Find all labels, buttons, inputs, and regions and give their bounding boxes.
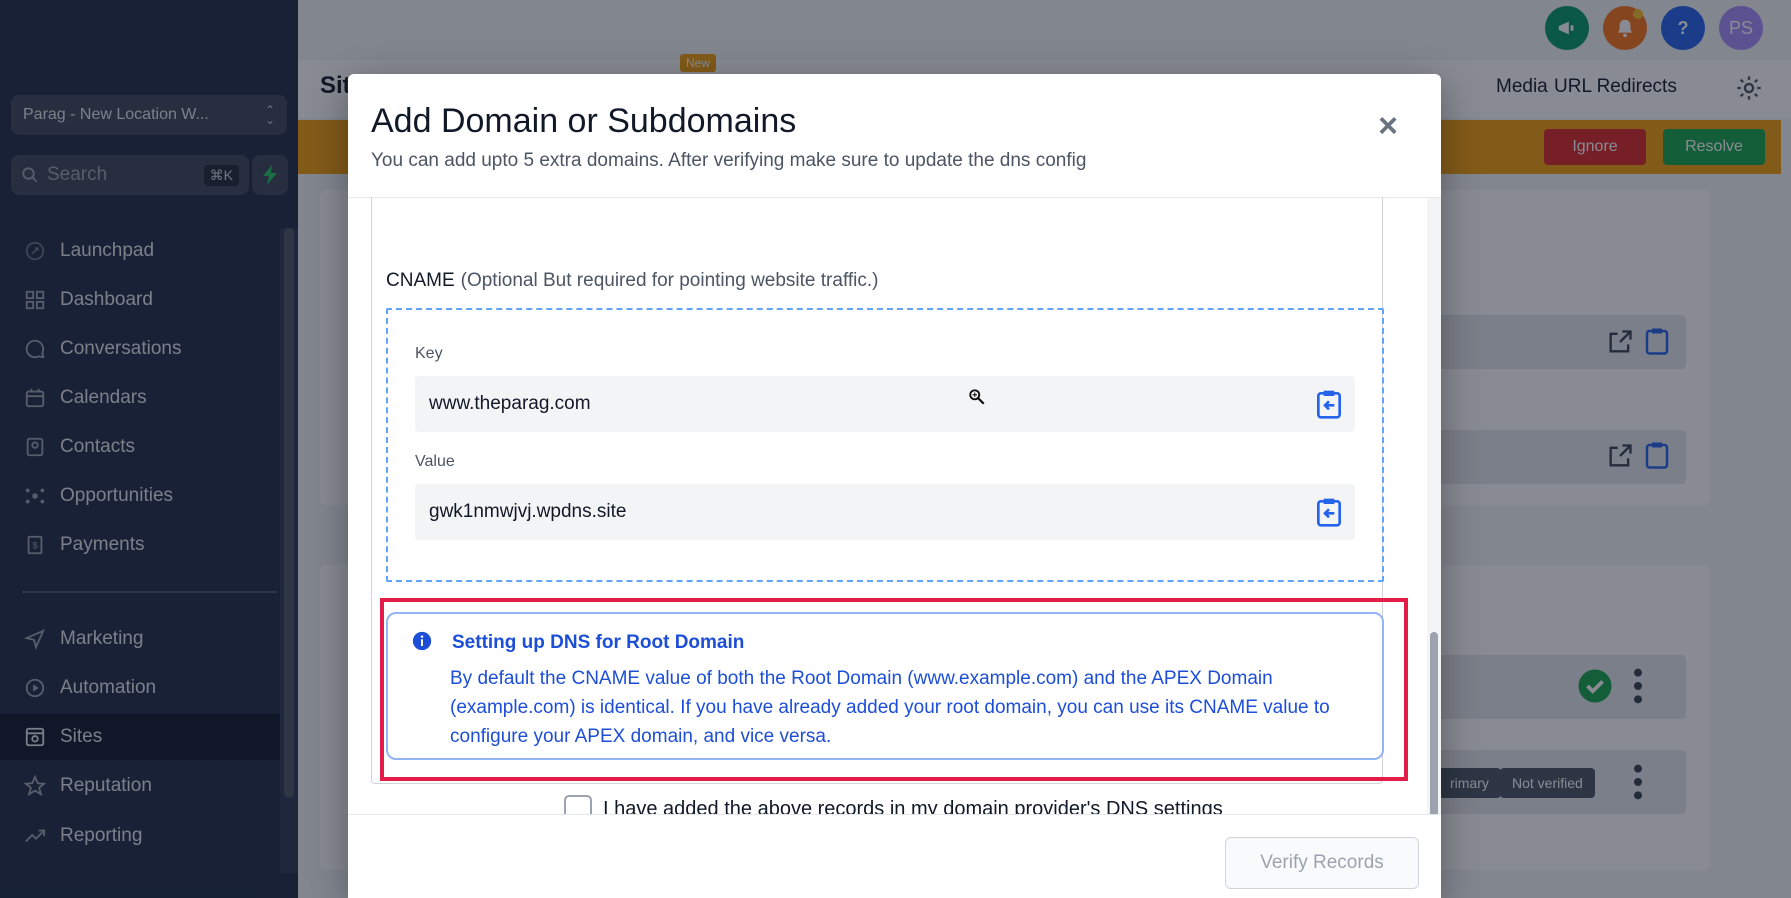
info-title: Setting up DNS for Root Domain	[452, 632, 745, 653]
value-value: gwk1nmwjvj.wpdns.site	[429, 501, 627, 522]
info-icon	[412, 631, 432, 651]
close-icon[interactable]: ×	[1373, 109, 1403, 143]
value-label: Value	[415, 453, 455, 470]
cname-label: CNAME	[386, 270, 455, 291]
modal-scrollbar[interactable]	[1427, 198, 1441, 880]
add-domain-modal: Add Domain or Subdomains You can add upt…	[348, 74, 1441, 898]
modal-subtitle: You can add upto 5 extra domains. After …	[371, 150, 1087, 171]
key-value: www.theparag.com	[429, 393, 591, 414]
modal-footer: Verify Records	[348, 814, 1441, 898]
modal-body: CNAME (Optional But required for pointing…	[348, 198, 1441, 814]
dns-info-callout: Setting up DNS for Root Domain By defaul…	[386, 612, 1384, 760]
cname-record-box	[386, 308, 1384, 582]
confirm-checkbox[interactable]	[564, 795, 592, 814]
modal-header: Add Domain or Subdomains You can add upt…	[348, 74, 1441, 198]
copy-clipboard-icon[interactable]	[1313, 388, 1345, 420]
modal-title: Add Domain or Subdomains	[371, 102, 797, 140]
cname-note: (Optional But required for pointing webs…	[460, 270, 879, 291]
copy-clipboard-icon[interactable]	[1313, 496, 1345, 528]
info-text: By default the CNAME value of both the R…	[450, 668, 1330, 747]
zoom-cursor-icon	[969, 389, 985, 405]
key-label: Key	[415, 345, 443, 362]
cname-heading: CNAME (Optional But required for pointing…	[386, 270, 879, 292]
confirm-label[interactable]: I have added the above records in my dom…	[603, 798, 1223, 815]
verify-records-button[interactable]: Verify Records	[1225, 837, 1419, 889]
value-field[interactable]: gwk1nmwjvj.wpdns.site	[415, 484, 1355, 540]
key-field[interactable]: www.theparag.com	[415, 376, 1355, 432]
confirm-row[interactable]: I have added the above records in my dom…	[564, 795, 1223, 814]
